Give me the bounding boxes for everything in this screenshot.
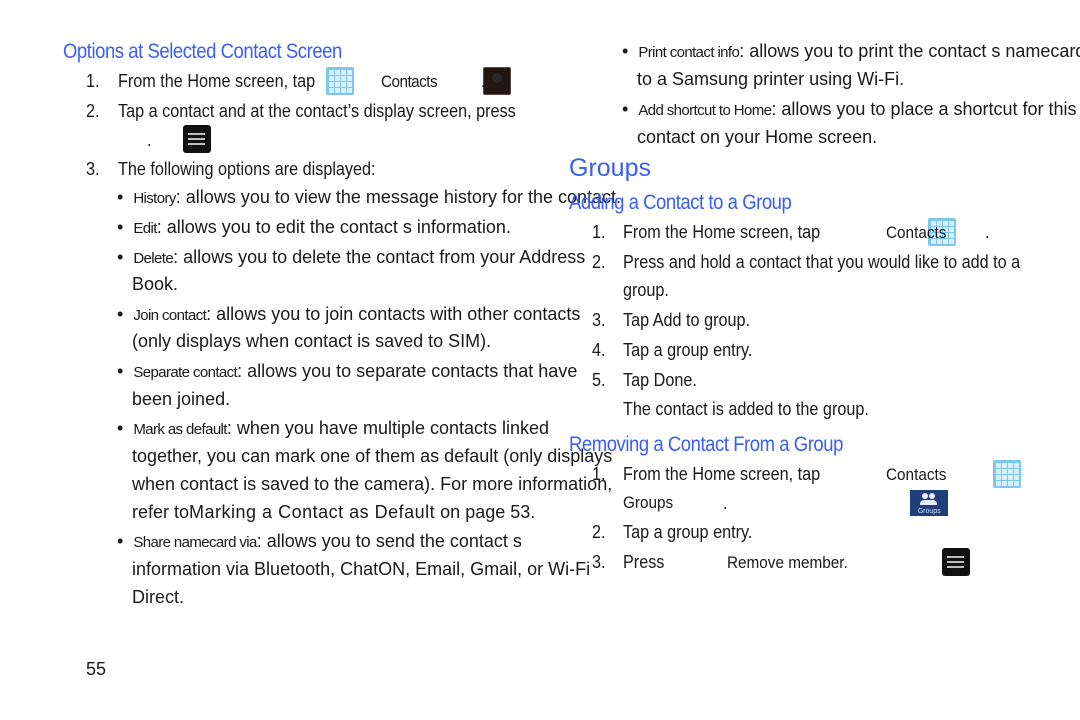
period: . [481, 71, 486, 91]
step-text: Tap Add to group. [623, 310, 750, 331]
bullet-text: : allows you to send the contact s [256, 531, 522, 551]
step-number: 5. [592, 370, 606, 390]
groups-label: Groups [623, 493, 674, 512]
period: . [985, 222, 990, 242]
bullet-text: refer to [132, 502, 190, 522]
step-number: 1. [592, 222, 606, 242]
bullet-text: : allows you to print the contact s name… [739, 41, 1080, 61]
bullet-text: : allows you to separate contacts that h… [237, 361, 578, 381]
bullet-text: : allows you to view the message history… [175, 187, 622, 207]
bullet-text: : allows you to delete the contact from … [173, 247, 586, 267]
bullet-text: : allows you to edit the contact s infor… [156, 217, 511, 237]
bullet-text-cont: refer toMarking a Contact as Default on … [132, 502, 535, 523]
bullet-label: Delete [133, 250, 174, 267]
bullet-label: Separate contact [133, 364, 238, 381]
done-label: Done [653, 370, 693, 390]
bullet-item-print-contact-info: • Print contact info: allows you to prin… [622, 41, 1080, 62]
bullet-item-mark-as-default: • Mark as default: when you have multipl… [117, 418, 550, 438]
bullet-label: Share namecard via [133, 534, 257, 551]
step-text: From the Home screen, tap [623, 222, 821, 242]
menu-icon [182, 125, 211, 153]
period: . [745, 310, 751, 330]
bullet-text-cont: together, you can mark one of them as de… [132, 446, 613, 466]
step-text-a: From the Home screen, tap [118, 71, 316, 91]
period: . [147, 130, 152, 150]
step-text: Tap a group entry. [623, 340, 753, 360]
bullet-text-cont: (only displays when contact is saved to … [132, 331, 492, 351]
bullet-text: : when you have multiple contacts linked [226, 418, 550, 438]
section-heading-options: Options at Selected Contact Screen [63, 40, 342, 63]
apps-icon [326, 67, 354, 95]
bullet-text-cont: contact on your Home screen. [637, 127, 878, 147]
step-number: 2. [592, 522, 606, 542]
menu-icon [941, 548, 970, 576]
bullet-label: Print contact info [638, 44, 740, 61]
groups-icon: Groups [910, 490, 949, 516]
subheading-adding: Adding a Contact to a Group [569, 191, 792, 214]
bullet-label: Add shortcut to Home [638, 102, 772, 119]
step-text-a: Tap [623, 310, 653, 330]
step-text-a: Tap [623, 370, 654, 390]
bullet-text: : allows you to place a shortcut for thi… [771, 99, 1077, 119]
step-number: 1. [592, 464, 606, 484]
step-number: 2. [86, 101, 100, 121]
period: . [692, 370, 697, 390]
step-number: 4. [592, 340, 606, 360]
step-number: 3. [86, 159, 100, 179]
bullet-text-cont: Book. [132, 274, 179, 294]
remove-member-label: Remove member. [727, 553, 848, 572]
contacts-label: Contacts [886, 465, 947, 484]
cross-reference-link[interactable]: Marking a Contact as Default [189, 502, 435, 522]
page-number: 55 [86, 659, 107, 679]
contacts-icon [483, 67, 512, 95]
step-text: The following options are displayed: [118, 159, 376, 179]
contacts-label: Contacts [886, 223, 947, 242]
bullet-item-history: • History: allows you to view the messag… [117, 187, 622, 207]
period: . [723, 493, 728, 513]
bullet-label: History [133, 190, 176, 207]
step-text: Press and hold a contact that you would … [623, 252, 1021, 272]
bullet-text-cont: been joined. [132, 389, 231, 409]
result-text: The contact is added to the group. [623, 399, 869, 419]
groups-icon-label: Groups [917, 508, 941, 515]
bullet-item-separate-contact: • Separate contact: allows you to separa… [117, 361, 578, 381]
bullet-label: Join contact [133, 307, 207, 324]
bullet-item-delete: • Delete: allows you to delete the conta… [117, 247, 586, 267]
subheading-removing: Removing a Contact From a Group [569, 433, 843, 456]
step-number: 1. [86, 71, 100, 91]
step-number: 3. [592, 552, 606, 572]
step-text: Tap Done. [623, 370, 697, 391]
bullet-item-add-shortcut: • Add shortcut to Home: allows you to pl… [622, 99, 1077, 119]
contacts-label: Contacts [381, 72, 438, 91]
step-number: 3. [592, 310, 606, 330]
bullet-item-join-contact: • Join contact: allows you to join conta… [117, 304, 581, 324]
bullet-item-edit: • Edit: allows you to edit the contact s… [117, 217, 511, 237]
bullet-text-cont: Direct. [132, 587, 185, 607]
bullet-text: on page 53. [440, 502, 536, 522]
step-text: Press [623, 552, 665, 572]
bullet-text-cont: to a Samsung printer using Wi-Fi. [637, 69, 905, 89]
step-text-cont: group. [623, 280, 669, 300]
apps-icon [993, 460, 1022, 488]
bullet-text-cont: when contact is saved to the camera). Fo… [132, 474, 613, 494]
bullet-text-cont: information via Bluetooth, ChatON, Email… [132, 559, 591, 579]
bullet-label: Edit [133, 220, 157, 237]
bullet-text: : allows you to join contacts with other… [206, 304, 581, 324]
step-text: From the Home screen, tap [623, 464, 821, 484]
step-text: From the Home screen, tap [118, 71, 315, 92]
step-number: 2. [592, 252, 606, 272]
bullet-item-share-namecard: • Share namecard via: allows you to send… [117, 531, 522, 551]
add-to-group-label: Add to group [652, 310, 746, 330]
bullet-label: Mark as default [133, 421, 227, 438]
section-title-groups: Groups [569, 154, 651, 182]
step-text: Tap a group entry. [623, 522, 753, 542]
step-text: Tap a contact and at the contact’s displ… [118, 101, 516, 121]
